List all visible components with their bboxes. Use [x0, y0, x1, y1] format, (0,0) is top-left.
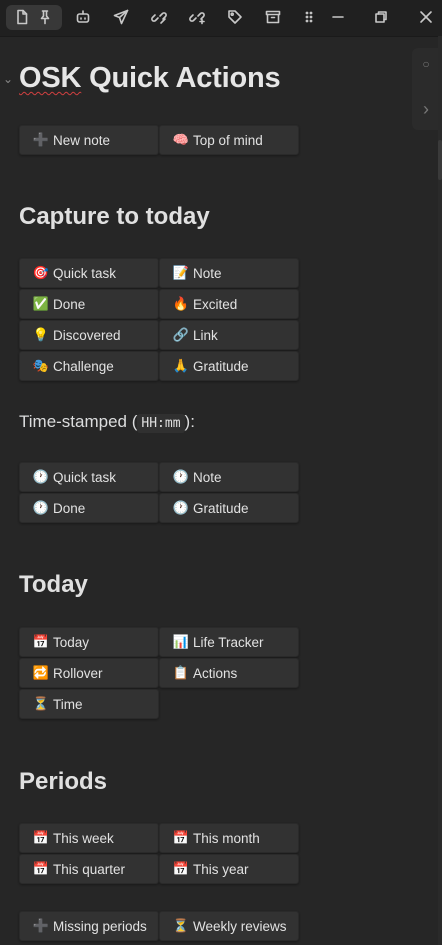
actions-button[interactable]: 📋 Actions [159, 658, 299, 688]
file-icon[interactable] [11, 6, 33, 28]
send-icon[interactable] [110, 6, 132, 28]
new-note-button[interactable]: ➕ New note [19, 125, 159, 155]
link-share-icon[interactable] [186, 6, 208, 28]
life-tracker-button[interactable]: 📊 Life Tracker [159, 627, 299, 657]
capture-gratitude-button[interactable]: 🙏 Gratitude [159, 351, 299, 381]
periods-heading: Periods [19, 768, 108, 795]
capture-challenge-button[interactable]: 🎭 Challenge [19, 351, 159, 381]
this-quarter-button[interactable]: 📅 This quarter [19, 854, 159, 884]
capture-link-button[interactable]: 🔗 Link [159, 320, 299, 350]
capture-heading: Capture to today [19, 203, 210, 230]
side-dot-icon[interactable]: ○ [414, 51, 438, 77]
this-year-button[interactable]: 📅 This year [159, 854, 299, 884]
weekly-reviews-button[interactable]: ⏳ Weekly reviews [159, 911, 299, 941]
archive-icon[interactable] [262, 6, 284, 28]
scrollbar-thumb[interactable] [438, 140, 442, 180]
capture-done-button[interactable]: ✅ Done [19, 289, 159, 319]
minimize-icon[interactable] [327, 6, 349, 28]
grip-icon[interactable] [298, 6, 320, 28]
tag-icon[interactable] [224, 6, 246, 28]
ts-gratitude-button[interactable]: 🕐 Gratitude [159, 493, 299, 523]
rollover-button[interactable]: 🔁 Rollover [19, 658, 159, 688]
robot-icon[interactable] [72, 6, 94, 28]
ts-done-button[interactable]: 🕐 Done [19, 493, 159, 523]
this-month-button[interactable]: 📅 This month [159, 823, 299, 853]
timestamped-label: Time-stamped (HH:mm): [19, 412, 195, 433]
pin-icon[interactable] [34, 6, 56, 28]
title-bar [0, 0, 442, 37]
close-icon[interactable] [415, 6, 437, 28]
top-of-mind-button[interactable]: 🧠 Top of mind [159, 125, 299, 155]
side-expand-icon[interactable]: › [414, 96, 438, 122]
note-content: ⌄ OSK Quick Actions ➕ New note 🧠 Top of mi… [0, 36, 410, 945]
ts-note-button[interactable]: 🕐 Note [159, 462, 299, 492]
missing-periods-button[interactable]: ➕ Missing periods [19, 911, 159, 941]
time-format-code: HH:mm [137, 414, 185, 433]
capture-discovered-button[interactable]: 💡 Discovered [19, 320, 159, 350]
capture-excited-button[interactable]: 🔥 Excited [159, 289, 299, 319]
page-title: OSK Quick Actions [19, 62, 281, 94]
today-button[interactable]: 📅 Today [19, 627, 159, 657]
restore-icon[interactable] [370, 6, 392, 28]
this-week-button[interactable]: 📅 This week [19, 823, 159, 853]
today-heading: Today [19, 571, 88, 598]
fold-chevron-icon[interactable]: ⌄ [3, 72, 13, 86]
link-edit-icon[interactable] [148, 6, 170, 28]
ts-quick-task-button[interactable]: 🕐 Quick task [19, 462, 159, 492]
capture-quick-task-button[interactable]: 🎯 Quick task [19, 258, 159, 288]
time-button[interactable]: ⏳ Time [19, 689, 159, 719]
capture-note-button[interactable]: 📝 Note [159, 258, 299, 288]
